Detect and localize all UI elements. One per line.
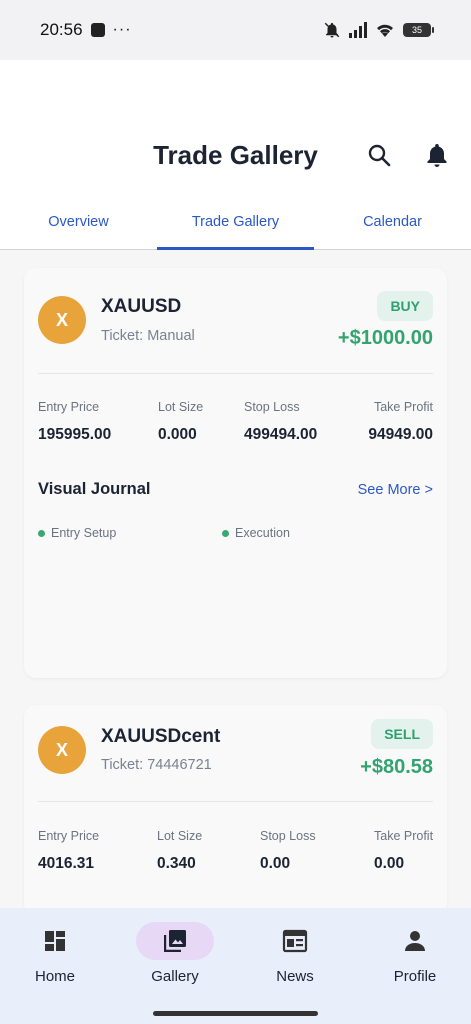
person-icon: [405, 931, 425, 951]
trade-ticket: Ticket: 74446721: [101, 757, 212, 773]
legend-dot: [222, 529, 229, 537]
stat-value: 0.000: [158, 426, 197, 443]
wifi-icon: [377, 24, 393, 37]
trade-symbol: XAUUSD: [101, 296, 182, 317]
stat-entry-price: Entry Price 195995.00: [38, 400, 111, 444]
card-divider: [38, 801, 433, 802]
tab-calendar[interactable]: Calendar: [314, 200, 471, 249]
stat-value: 0.340: [157, 855, 196, 872]
see-more-link[interactable]: See More >: [358, 482, 433, 498]
stat-value: 4016.31: [38, 855, 95, 872]
stat-take-profit: Take Profit 94949.00: [368, 400, 433, 444]
status-time: 20:56: [40, 20, 83, 39]
trade-pnl: +$80.58: [360, 756, 433, 778]
newspaper-icon: [282, 929, 308, 953]
legend-dot: [38, 529, 45, 537]
nav-item-news[interactable]: News: [235, 922, 355, 985]
status-right: 35: [323, 21, 434, 39]
stat-label: Stop Loss: [260, 829, 316, 843]
nav-label: Gallery: [151, 968, 199, 985]
bottom-navigation: Home Gallery News Profile: [0, 908, 471, 1024]
page-title: Trade Gallery: [153, 140, 318, 170]
search-button[interactable]: [366, 142, 392, 168]
mute-icon: [324, 22, 340, 38]
legend-execution: Execution: [222, 526, 290, 540]
bell-icon: [427, 144, 447, 167]
card-divider: [38, 373, 433, 374]
stat-label: Take Profit: [374, 829, 434, 843]
signal-icon: [349, 22, 367, 38]
stat-value: 0.00: [374, 855, 405, 872]
battery-icon: 35: [403, 23, 434, 37]
tab-overview[interactable]: Overview: [0, 200, 157, 249]
nav-icon-container: [16, 922, 94, 960]
notification-icon: [90, 23, 105, 37]
dashboard-icon: [45, 931, 65, 951]
stat-value: 0.00: [260, 855, 291, 872]
stat-stop-loss: Stop Loss 0.00: [260, 829, 316, 873]
stat-value: 94949.00: [368, 426, 433, 443]
trade-card[interactable]: X XAUUSD Ticket: Manual BUY +$1000.00 En…: [24, 268, 447, 678]
nav-item-home[interactable]: Home: [0, 922, 115, 985]
stat-label: Stop Loss: [244, 400, 300, 414]
status-left: 20:56 ···: [40, 20, 132, 40]
trade-side-badge: BUY: [377, 291, 433, 321]
nav-icon-container: [136, 922, 214, 960]
nav-label: Profile: [393, 968, 437, 985]
trade-card[interactable]: X XAUUSDcent Ticket: 74446721 SELL +$80.…: [24, 705, 447, 915]
more-notifications-icon: ···: [112, 21, 132, 38]
nav-label: Home: [34, 968, 75, 985]
legend-entry-setup: Entry Setup: [38, 526, 116, 540]
symbol-avatar: X: [38, 726, 86, 774]
nav-icon-container: [376, 922, 454, 960]
stat-label: Lot Size: [157, 829, 203, 843]
notifications-button[interactable]: [424, 142, 450, 168]
tab-trade-gallery[interactable]: Trade Gallery: [157, 200, 314, 250]
nav-item-gallery[interactable]: Gallery: [115, 922, 235, 985]
trade-side-badge: SELL: [371, 719, 433, 749]
symbol-avatar: X: [38, 296, 86, 344]
stat-value: 195995.00: [38, 426, 112, 443]
nav-icon-container: [256, 922, 334, 960]
nav-label: News: [276, 968, 314, 985]
stat-label: Lot Size: [158, 400, 204, 414]
stat-lot-size: Lot Size 0.000: [158, 400, 203, 444]
stat-lot-size: Lot Size 0.340: [157, 829, 202, 873]
visual-journal-title: Visual Journal: [38, 480, 151, 498]
stat-label: Take Profit: [373, 400, 433, 414]
stat-entry-price: Entry Price 4016.31: [38, 829, 99, 873]
search-icon: [368, 144, 391, 167]
trade-symbol: XAUUSDcent: [101, 726, 221, 747]
stat-label: Entry Price: [38, 829, 100, 843]
legend-label: Execution: [235, 526, 290, 540]
stat-take-profit: Take Profit 0.00: [374, 829, 433, 873]
nav-item-profile[interactable]: Profile: [355, 922, 471, 985]
legend-label: Entry Setup: [51, 526, 117, 540]
home-indicator[interactable]: [153, 1011, 318, 1016]
tab-bar: Overview Trade Gallery Calendar: [0, 200, 471, 250]
stat-stop-loss: Stop Loss 499494.00: [244, 400, 317, 444]
trade-ticket: Ticket: Manual: [101, 328, 195, 344]
stat-label: Entry Price: [38, 400, 100, 414]
stat-value: 499494.00: [244, 426, 318, 443]
status-bar: 20:56 ··· 35: [0, 0, 471, 60]
trade-pnl: +$1000.00: [337, 327, 433, 349]
photo-library-icon: [164, 930, 186, 952]
